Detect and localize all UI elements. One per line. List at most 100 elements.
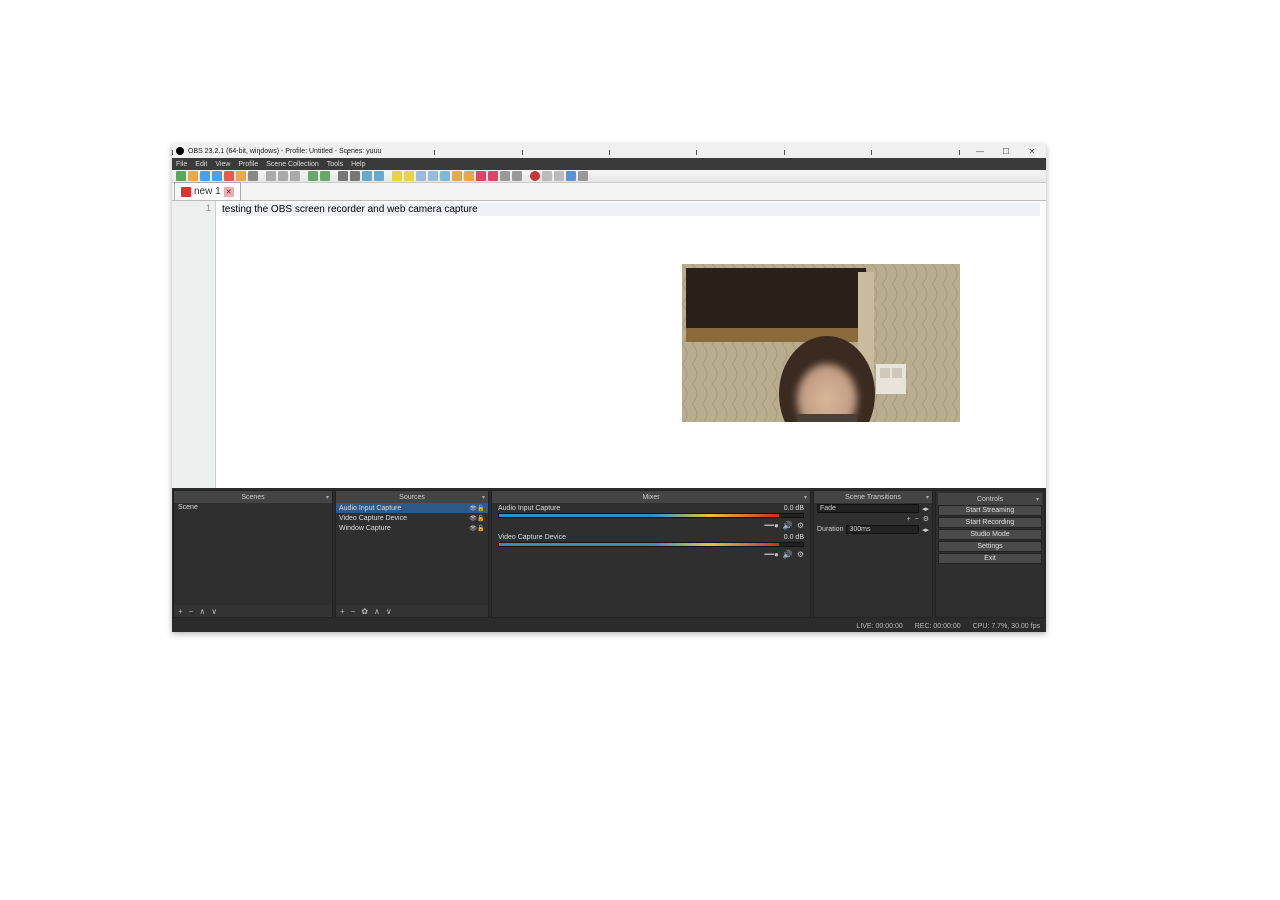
visibility-icon[interactable]: 👁 xyxy=(469,505,477,512)
move-down-icon[interactable]: ∨ xyxy=(386,607,392,616)
sources-header[interactable]: Sources xyxy=(336,491,488,503)
menubar: File Edit View Profile Scene Collection … xyxy=(172,158,1046,170)
paste-icon xyxy=(290,171,300,181)
source-item-window[interactable]: Window Capture 👁 🔓 xyxy=(336,523,488,533)
docks: Scenes Scene + − ∧ ∨ Sources Audio Input… xyxy=(172,488,1046,620)
add-transition-icon[interactable]: + xyxy=(907,516,911,523)
sync-icon xyxy=(392,171,402,181)
source-item-video[interactable]: Video Capture Device 👁 🔓 xyxy=(336,513,488,523)
zoom-out-icon xyxy=(374,171,384,181)
channel-level: 0.0 dB xyxy=(784,534,804,541)
preview-area[interactable]: new 1 ✕ 1 testing the OBS screen recorde… xyxy=(172,170,1046,488)
lock-icon[interactable]: 🔓 xyxy=(477,525,485,532)
status-rec: REC: 00:00:00 xyxy=(915,623,961,630)
indent-icon xyxy=(452,171,462,181)
visibility-icon[interactable]: 👁 xyxy=(469,515,477,522)
duration-input[interactable]: 300ms xyxy=(846,525,919,534)
redo-icon xyxy=(320,171,330,181)
remove-transition-icon[interactable]: − xyxy=(915,516,919,523)
cut-icon xyxy=(266,171,276,181)
move-down-icon[interactable]: ∨ xyxy=(211,607,217,616)
sources-list[interactable]: Audio Input Capture 👁 🔓 Video Capture De… xyxy=(336,503,488,605)
tab-label: new 1 xyxy=(194,186,221,197)
gear-icon[interactable]: ⚙ xyxy=(797,521,804,530)
menu-view[interactable]: View xyxy=(215,161,230,168)
line-gutter: 1 xyxy=(172,201,216,488)
visibility-icon[interactable]: 👁 xyxy=(469,525,477,532)
close-file-icon xyxy=(224,171,234,181)
replace-icon xyxy=(350,171,360,181)
remove-source-icon[interactable]: − xyxy=(351,607,356,616)
channel-name: Video Capture Device xyxy=(498,534,566,541)
mixer-header[interactable]: Mixer xyxy=(492,491,810,503)
menu-scene-collection[interactable]: Scene Collection xyxy=(266,161,319,168)
doc-map-icon xyxy=(566,171,576,181)
lock-icon[interactable]: 🔓 xyxy=(477,515,485,522)
obs-window: OBS 23.2.1 (64-bit, windows) - Profile: … xyxy=(172,144,1046,632)
file-icon xyxy=(181,187,191,197)
close-all-icon xyxy=(236,171,246,181)
sources-dock: Sources Audio Input Capture 👁 🔓 Video Ca… xyxy=(335,490,489,618)
exit-button[interactable]: Exit xyxy=(938,553,1042,564)
mixer-dock: Mixer Audio Input Capture 0.0 dB ━━● 🔊 ⚙ xyxy=(491,490,811,618)
print-icon xyxy=(248,171,258,181)
editor-toolbar xyxy=(172,170,1046,183)
speaker-icon[interactable]: 🔊 xyxy=(783,550,793,559)
start-streaming-button[interactable]: Start Streaming xyxy=(938,505,1042,516)
editor-tab[interactable]: new 1 ✕ xyxy=(174,182,241,200)
speaker-icon[interactable]: 🔊 xyxy=(783,521,793,530)
transition-gear-icon[interactable]: ⚙ xyxy=(923,515,929,523)
sync2-icon xyxy=(404,171,414,181)
editor-tabs: new 1 ✕ xyxy=(172,183,1046,201)
statusbar: LIVE: 00:00:00 REC: 00:00:00 CPU: 7.7%, … xyxy=(172,620,1046,632)
lock-icon[interactable]: 🔓 xyxy=(477,505,485,512)
zoom-in-icon xyxy=(362,171,372,181)
transitions-body: Fade ◂▸ + − ⚙ Duration 300ms ◂▸ xyxy=(814,503,932,617)
webcam-overlay[interactable] xyxy=(682,264,960,422)
start-recording-button[interactable]: Start Recording xyxy=(938,517,1042,528)
controls-header[interactable]: Controls xyxy=(938,493,1042,505)
view-icon xyxy=(440,171,450,181)
move-up-icon[interactable]: ∧ xyxy=(199,607,205,616)
add-source-icon[interactable]: + xyxy=(340,607,345,616)
remove-scene-icon[interactable]: − xyxy=(189,607,194,616)
open-folder-icon xyxy=(188,171,198,181)
source-item-audio[interactable]: Audio Input Capture 👁 🔓 xyxy=(336,503,488,513)
settings-button[interactable]: Settings xyxy=(938,541,1042,552)
menu-file[interactable]: File xyxy=(176,161,187,168)
webcam-image xyxy=(682,264,960,422)
menu-profile[interactable]: Profile xyxy=(238,161,258,168)
source-properties-icon[interactable]: ✿ xyxy=(361,607,368,616)
studio-mode-button[interactable]: Studio Mode xyxy=(938,529,1042,540)
stop-icon xyxy=(542,171,552,181)
scenes-header[interactable]: Scenes xyxy=(174,491,332,503)
add-scene-icon[interactable]: + xyxy=(178,607,183,616)
monitor-icon xyxy=(578,171,588,181)
controls-body: Start Streaming Start Recording Studio M… xyxy=(938,505,1042,615)
scene-item[interactable]: Scene xyxy=(174,503,332,512)
channel-level: 0.0 dB xyxy=(784,505,804,512)
menu-tools[interactable]: Tools xyxy=(327,161,343,168)
macro2-icon xyxy=(488,171,498,181)
status-live: LIVE: 00:00:00 xyxy=(856,623,902,630)
transition-spin-icon[interactable]: ◂▸ xyxy=(922,505,929,513)
duration-spin-icon[interactable]: ◂▸ xyxy=(922,526,929,534)
move-up-icon[interactable]: ∧ xyxy=(374,607,380,616)
save-icon xyxy=(200,171,210,181)
menu-help[interactable]: Help xyxy=(351,161,365,168)
scenes-list[interactable]: Scene xyxy=(174,503,332,605)
macro-icon xyxy=(476,171,486,181)
volume-slider[interactable]: ━━● xyxy=(764,550,778,559)
transitions-header[interactable]: Scene Transitions xyxy=(814,491,932,503)
record-icon xyxy=(530,171,540,181)
play-icon xyxy=(554,171,564,181)
menu-edit[interactable]: Edit xyxy=(195,161,207,168)
gear-icon[interactable]: ⚙ xyxy=(797,550,804,559)
transitions-dock: Scene Transitions Fade ◂▸ + − ⚙ Duration… xyxy=(813,490,933,618)
tab-close-icon[interactable]: ✕ xyxy=(224,187,234,197)
volume-slider[interactable]: ━━● xyxy=(764,521,778,530)
transition-select[interactable]: Fade xyxy=(817,504,919,513)
channel-name: Audio Input Capture xyxy=(498,505,560,512)
duration-label: Duration xyxy=(817,526,843,533)
playback2-icon xyxy=(512,171,522,181)
